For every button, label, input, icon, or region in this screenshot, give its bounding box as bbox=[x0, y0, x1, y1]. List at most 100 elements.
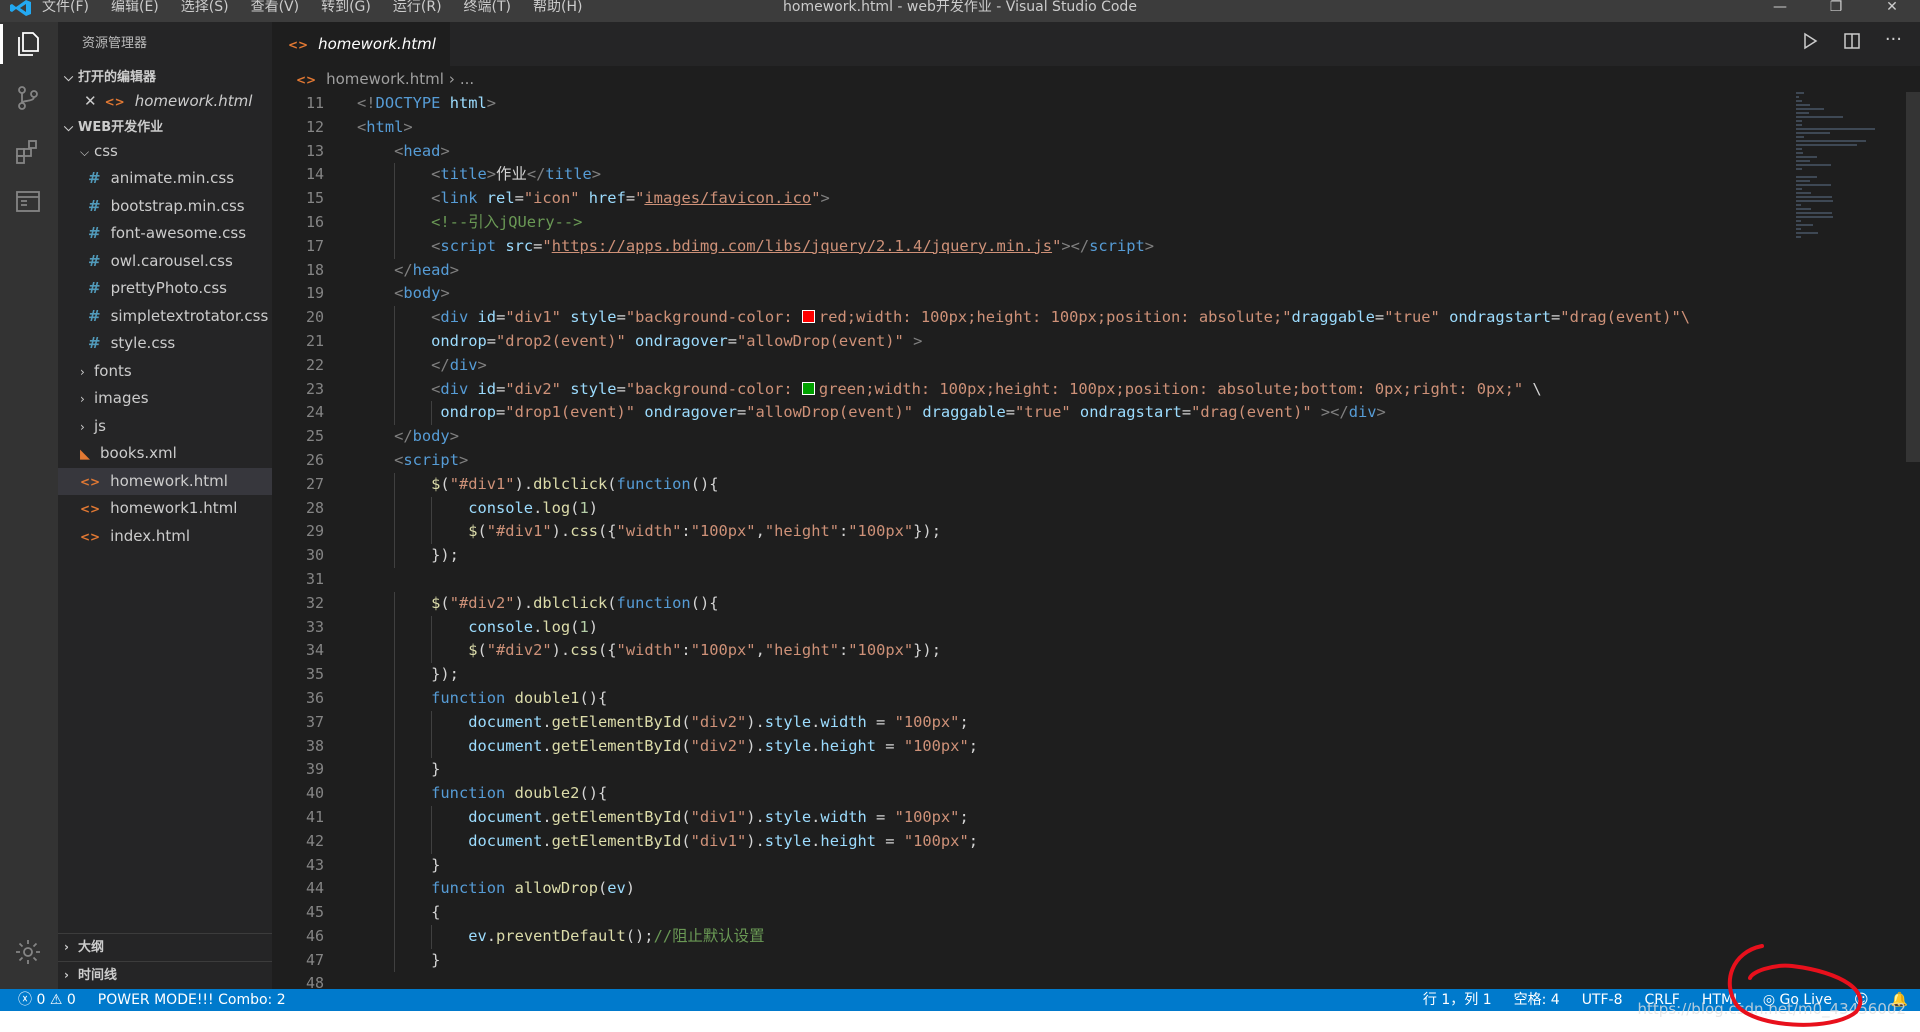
line-number: 13 bbox=[305, 141, 324, 160]
code-token: > bbox=[449, 260, 459, 279]
file-item[interactable]: <> homework1.html bbox=[58, 495, 272, 523]
source-control-icon[interactable] bbox=[10, 80, 46, 116]
gear-icon[interactable] bbox=[10, 934, 46, 970]
code-token: > bbox=[403, 117, 413, 136]
minimap-line bbox=[1796, 164, 1831, 166]
timeline-section[interactable]: › 时间线 bbox=[58, 961, 272, 989]
split-editor-icon[interactable] bbox=[1843, 32, 1861, 54]
code-token: "width" bbox=[616, 641, 682, 660]
code-token: src bbox=[505, 236, 534, 255]
indent-guide bbox=[394, 948, 396, 973]
file-item[interactable]: # animate.min.css bbox=[58, 165, 272, 193]
line-number: 29 bbox=[305, 522, 324, 541]
file-item[interactable]: # font-awesome.css bbox=[58, 220, 272, 248]
code-token: = bbox=[1181, 403, 1192, 422]
line-number: 40 bbox=[305, 784, 324, 803]
vertical-scrollbar[interactable] bbox=[1906, 92, 1920, 989]
folder-item[interactable]: › fonts bbox=[58, 358, 272, 386]
open-editor-label: homework.html bbox=[134, 92, 253, 110]
code-token: width bbox=[820, 712, 867, 731]
open-editor-item[interactable]: ✕ <> homework.html bbox=[58, 88, 272, 116]
code-token: "true" bbox=[1384, 308, 1440, 327]
code-token: ). bbox=[514, 593, 534, 612]
open-editors-section[interactable]: ⌵ 打开的编辑器 bbox=[58, 66, 272, 88]
minimap-line bbox=[1796, 232, 1818, 234]
indent-guide bbox=[394, 163, 396, 188]
file-item[interactable]: # prettyPhoto.css bbox=[58, 275, 272, 303]
indent-guide bbox=[394, 496, 396, 521]
minimap[interactable] bbox=[1796, 92, 1906, 392]
code-token: div bbox=[440, 379, 469, 398]
file-item[interactable]: # simpletextrotator.css bbox=[58, 303, 272, 331]
breadcrumb-file[interactable]: homework.html bbox=[326, 70, 444, 88]
color-swatch[interactable] bbox=[801, 381, 815, 395]
explorer-icon[interactable] bbox=[0, 24, 46, 64]
code-area[interactable]: <!DOCTYPE html> <html> <head> <title>作业</… bbox=[357, 92, 1797, 989]
file-item[interactable]: # owl.carousel.css bbox=[58, 248, 272, 276]
code-token: "100px" bbox=[894, 807, 960, 826]
code-token: = bbox=[736, 403, 747, 422]
code-token: </ bbox=[394, 427, 413, 446]
indent-guide bbox=[394, 710, 396, 735]
tree-item-label: index.html bbox=[110, 526, 191, 545]
code-editor[interactable]: 11 12 13 14 15 16 17 18 19 20 21 22 23 24 25 26 27 28 29 30… bbox=[272, 92, 1920, 989]
code-line: ondrop="drop1(event)" ondragover="allowD… bbox=[357, 401, 1797, 426]
code-token: = bbox=[496, 379, 506, 398]
maximize-button[interactable]: ❐ bbox=[1808, 0, 1864, 14]
tab-homework-html[interactable]: <>homework.html ✕ bbox=[272, 22, 450, 98]
code-line: function allowDrop(ev) bbox=[357, 877, 1797, 902]
code-token: "background-color: bbox=[625, 308, 802, 327]
tab-label: homework.html bbox=[318, 35, 436, 53]
extensions-icon[interactable] bbox=[10, 134, 46, 170]
code-token: ( bbox=[681, 736, 691, 755]
code-token: css bbox=[570, 522, 598, 541]
code-line: <script> bbox=[357, 449, 1797, 473]
file-item[interactable]: <> homework.html bbox=[58, 467, 272, 495]
scrollbar-thumb[interactable] bbox=[1906, 92, 1920, 462]
line-number: 11 bbox=[305, 94, 324, 112]
indent-guide bbox=[394, 353, 396, 378]
code-token: > bbox=[477, 355, 487, 374]
folder-item[interactable]: › images bbox=[58, 385, 272, 413]
indentation[interactable]: 空格: 4 bbox=[1514, 989, 1560, 1011]
run-icon[interactable] bbox=[1801, 32, 1819, 54]
code-token: "100px" bbox=[903, 736, 969, 755]
minimap-line bbox=[1796, 148, 1803, 150]
folder-item[interactable]: ⌵ css bbox=[58, 138, 272, 166]
code-token: }); bbox=[357, 546, 459, 565]
close-icon[interactable]: ✕ bbox=[84, 92, 97, 110]
minimap-line bbox=[1796, 156, 1818, 158]
file-item[interactable]: # style.css bbox=[58, 330, 272, 358]
more-icon[interactable]: ··· bbox=[1885, 31, 1902, 54]
code-token: > bbox=[1376, 403, 1386, 422]
file-item[interactable]: ◣ books.xml bbox=[58, 440, 272, 468]
breadcrumb: <> homework.html ›... bbox=[272, 66, 1920, 92]
minimize-button[interactable]: — bbox=[1752, 0, 1808, 14]
color-swatch[interactable] bbox=[801, 310, 815, 324]
file-item[interactable]: <> index.html bbox=[58, 523, 272, 551]
tree-item-label: font-awesome.css bbox=[110, 224, 247, 242]
indent-guide bbox=[394, 306, 396, 330]
tab-bar: <>homework.html ✕ ··· bbox=[272, 22, 1920, 98]
cursor-position[interactable]: 行 1，列 1 bbox=[1423, 989, 1492, 1011]
minimap-line bbox=[1796, 180, 1811, 182]
code-token: : bbox=[681, 641, 691, 660]
code-token: </ bbox=[526, 165, 546, 184]
code-token: "div2" bbox=[505, 379, 561, 398]
line-number: 39 bbox=[305, 760, 324, 779]
code-token: rel bbox=[486, 189, 515, 208]
folder-item[interactable]: › js bbox=[58, 413, 272, 441]
encoding[interactable]: UTF-8 bbox=[1582, 989, 1623, 1011]
problems-indicator[interactable]: ⓧ 0 ⚠ 0 bbox=[18, 989, 76, 1011]
code-token: < bbox=[394, 284, 404, 303]
outline-section[interactable]: › 大纲 bbox=[58, 933, 272, 961]
code-line: <body> bbox=[357, 282, 1797, 306]
breadcrumb-more[interactable]: ... bbox=[460, 70, 474, 88]
close-window-button[interactable]: ✕ bbox=[1864, 0, 1920, 14]
remote-explorer-icon[interactable] bbox=[10, 184, 46, 220]
code-line: <!DOCTYPE html> bbox=[357, 92, 1797, 116]
workspace-section[interactable]: ⌵ WEB开发作业 bbox=[58, 116, 272, 138]
code-token: 1 bbox=[579, 617, 589, 636]
file-item[interactable]: # bootstrap.min.css bbox=[58, 193, 272, 221]
